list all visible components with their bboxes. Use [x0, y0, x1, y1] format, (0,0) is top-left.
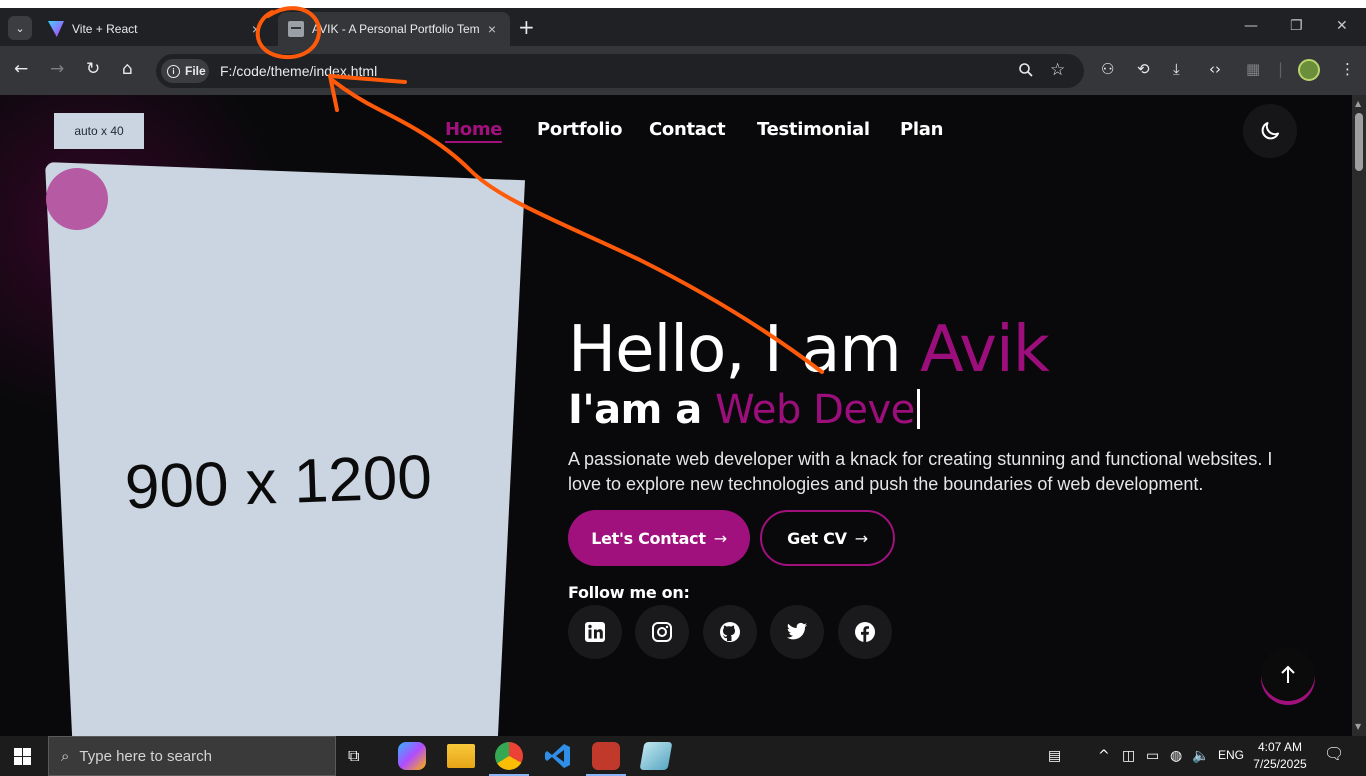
page-scrollbar[interactable]: ▲ ▼ — [1352, 95, 1366, 736]
instagram-icon — [652, 622, 672, 642]
zoom-icon[interactable] — [1018, 62, 1034, 82]
clock-date[interactable]: 7/25/2025 — [1246, 757, 1314, 771]
get-cv-button[interactable]: Get CV → — [760, 510, 895, 566]
hero-role-typed: Web Deve — [715, 387, 915, 433]
history-icon[interactable]: ⟲ — [1137, 61, 1150, 77]
qr-code-icon[interactable]: ▦ — [1246, 61, 1260, 77]
windows-taskbar: ⌕ Type here to search ⧉ ▤ ^ ◫ ▭ ◍ 🔈 ENG … — [0, 736, 1366, 776]
nav-contact[interactable]: Contact — [649, 119, 726, 140]
screen: ⌄ Vite + React × AVIK - A Personal Portf… — [0, 0, 1366, 776]
taskbar-search-box[interactable]: ⌕ Type here to search — [48, 736, 336, 776]
nav-portfolio[interactable]: Portfolio — [537, 119, 623, 140]
linkedin-button[interactable] — [568, 605, 622, 659]
back-arrow-icon[interactable]: ← — [14, 60, 28, 78]
chrome-icon[interactable] — [489, 742, 529, 776]
scroll-to-top-button[interactable] — [1261, 647, 1315, 701]
hero-heading: Hello, I am Avik — [568, 313, 1050, 387]
battery-icon[interactable]: ▭ — [1146, 748, 1159, 764]
browser-toolbar: ← → ↻ ⌂ i File F:/code/theme/index.html … — [0, 46, 1366, 95]
hero-role: I'am a Web Deve — [568, 387, 920, 433]
nav-testimonial[interactable]: Testimonial — [757, 119, 870, 140]
twitter-icon — [786, 622, 808, 640]
scroll-down-arrow-icon[interactable]: ▼ — [1355, 722, 1361, 731]
profile-avatar[interactable] — [1298, 59, 1320, 81]
windows-start-icon[interactable] — [14, 748, 31, 765]
hero-heading-prefix: Hello, I am — [568, 313, 921, 387]
tab-title: Vite + React — [72, 22, 138, 36]
lets-contact-label: Let's Contact — [591, 528, 706, 548]
file-explorer-icon[interactable] — [447, 744, 475, 768]
hero-image-size-label: 900 x 1200 — [123, 442, 433, 523]
tab-title: AVIK - A Personal Portfolio Tem — [312, 22, 480, 36]
tab-search-chevron-icon[interactable]: ⌄ — [8, 16, 32, 40]
github-icon — [720, 622, 740, 642]
facebook-icon — [855, 622, 875, 642]
reload-icon[interactable]: ↻ — [86, 60, 100, 78]
task-view-icon[interactable]: ⧉ — [348, 746, 370, 766]
follow-label: Follow me on: — [568, 583, 690, 602]
typing-cursor — [916, 389, 920, 429]
network-globe-icon[interactable]: ◍ — [1170, 748, 1182, 764]
meet-icon[interactable]: ◫ — [1122, 748, 1135, 764]
linkedin-icon — [585, 622, 605, 642]
lets-contact-button[interactable]: Let's Contact → — [568, 510, 750, 566]
github-button[interactable] — [703, 605, 757, 659]
new-tab-button[interactable]: + — [518, 17, 535, 37]
window-close-icon[interactable]: ✕ — [1336, 18, 1348, 34]
arrow-right-icon: → — [713, 528, 727, 548]
arrow-right-icon: → — [854, 528, 868, 548]
restore-icon[interactable]: ❐ — [1290, 18, 1303, 34]
language-indicator[interactable]: ENG — [1216, 748, 1246, 762]
hero-role-prefix: I'am a — [568, 387, 716, 433]
search-icon: ⌕ — [61, 747, 70, 765]
notepad-icon[interactable] — [639, 742, 673, 770]
tab-vite-react[interactable]: Vite + React × — [38, 12, 274, 46]
site-chip-label: File — [185, 64, 206, 78]
snipping-tool-icon[interactable] — [586, 742, 626, 776]
show-hidden-icons-chevron-icon[interactable]: ^ — [1098, 748, 1110, 764]
get-cv-label: Get CV — [787, 528, 847, 548]
volume-muted-icon[interactable]: 🔈 — [1192, 748, 1209, 764]
logo-placeholder[interactable]: auto x 40 — [54, 113, 144, 149]
toolbar-divider: | — [1278, 60, 1284, 78]
site-info-chip[interactable]: i File — [161, 59, 209, 83]
theme-toggle-button[interactable] — [1243, 104, 1297, 158]
forward-arrow-icon[interactable]: → — [50, 60, 64, 78]
arrow-up-icon — [1281, 665, 1295, 683]
nav-home[interactable]: Home — [445, 119, 503, 143]
browser-tab-strip: ⌄ Vite + React × AVIK - A Personal Portf… — [0, 8, 1366, 46]
page-favicon-icon — [288, 21, 304, 37]
url-text[interactable]: F:/code/theme/index.html — [220, 63, 377, 79]
scroll-up-arrow-icon[interactable]: ▲ — [1355, 99, 1361, 108]
minimize-icon[interactable]: — — [1244, 18, 1258, 34]
address-bar[interactable]: i File F:/code/theme/index.html ☆ — [156, 54, 1084, 88]
scrollbar-thumb[interactable] — [1355, 113, 1363, 171]
facebook-button[interactable] — [838, 605, 892, 659]
hero-description: A passionate web developer with a knack … — [568, 449, 1273, 494]
portfolio-page: auto x 40 Home Portfolio Contact Testimo… — [0, 95, 1352, 736]
news-widget-icon[interactable]: ▤ — [1048, 748, 1061, 764]
clock-time[interactable]: 4:07 AM — [1250, 740, 1310, 754]
nav-plan[interactable]: Plan — [900, 119, 943, 140]
menu-kebab-icon[interactable]: ⋮ — [1340, 61, 1355, 77]
decorative-circle — [46, 168, 108, 230]
tab-close-icon[interactable]: × — [248, 21, 264, 37]
home-icon[interactable]: ⌂ — [122, 60, 133, 78]
extension-icon[interactable]: ⚇ — [1101, 61, 1114, 77]
instagram-button[interactable] — [635, 605, 689, 659]
taskbar-search-placeholder: Type here to search — [79, 747, 212, 765]
vite-favicon-icon — [48, 21, 64, 37]
twitter-button[interactable] — [770, 605, 824, 659]
info-icon: i — [167, 64, 180, 78]
bookmark-star-icon[interactable]: ☆ — [1050, 60, 1065, 80]
moon-icon — [1261, 122, 1279, 140]
vscode-icon[interactable] — [544, 742, 572, 770]
devtools-icon[interactable]: ‹› — [1209, 61, 1221, 77]
copilot-icon[interactable] — [398, 742, 426, 770]
download-icon[interactable]: ⤓ — [1173, 61, 1180, 77]
tab-close-icon[interactable]: × — [484, 21, 500, 37]
tab-avik-portfolio[interactable]: AVIK - A Personal Portfolio Tem × — [278, 12, 510, 46]
hero-heading-name: Avik — [920, 313, 1050, 387]
notification-icon[interactable]: 🗨 — [1324, 746, 1344, 762]
